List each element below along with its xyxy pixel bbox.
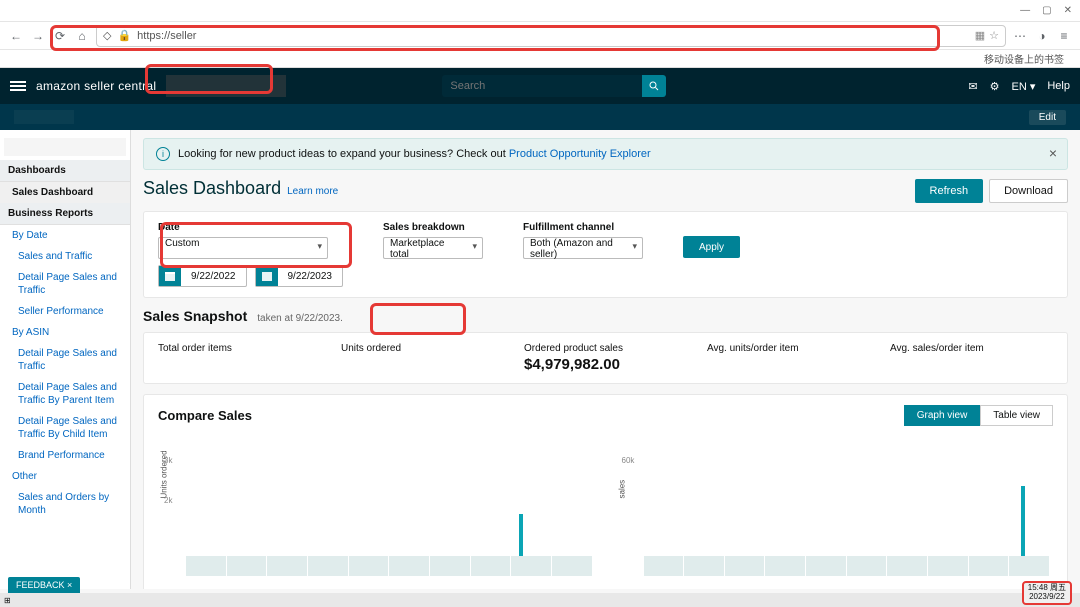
sub-header: Edit <box>0 104 1080 130</box>
date-to-input[interactable]: 9/22/2023 <box>255 265 344 287</box>
lock-icon: 🔒 <box>117 29 131 42</box>
menu-icon[interactable]: ≡ <box>1056 28 1072 44</box>
sidebar-item-asin-parent[interactable]: Detail Page Sales and Traffic By Parent … <box>0 377 130 411</box>
snapshot-timestamp: taken at 9/22/2023. <box>257 313 343 324</box>
date-from-input[interactable]: 9/22/2022 <box>158 265 247 287</box>
info-banner: i Looking for new product ideas to expan… <box>143 138 1068 170</box>
calendar-icon <box>159 266 181 286</box>
channel-label: Fulfillment channel <box>523 222 643 233</box>
taskbar: ⊞ <box>0 593 1080 607</box>
banner-text: Looking for new product ideas to expand … <box>178 148 509 160</box>
start-icon[interactable]: ⊞ <box>4 596 11 605</box>
mobile-bookmarks-link[interactable]: 移动设备上的书签 <box>984 51 1064 66</box>
close-window-icon[interactable]: ✕ <box>1064 5 1072 16</box>
compare-card: Compare Sales Graph view Table view Unit… <box>143 394 1068 589</box>
system-clock: 15:48 周五 2023/9/22 <box>1022 581 1072 605</box>
chart-bar <box>1021 486 1025 564</box>
page-title: Sales Dashboard <box>143 178 281 199</box>
shield-icon: ◇ <box>103 29 111 42</box>
metric-total-items: Total order items <box>148 339 331 377</box>
min-icon[interactable]: — <box>1020 5 1030 16</box>
sub-placeholder <box>14 110 74 124</box>
hamburger-icon[interactable] <box>10 81 26 91</box>
sidebar-item-sales-traffic[interactable]: Sales and Traffic <box>0 246 130 267</box>
sidebar-item-orders-month[interactable]: Sales and Orders by Month <box>0 487 130 521</box>
reload-icon[interactable]: ⟳ <box>52 28 68 44</box>
breakdown-select[interactable]: Marketplace total <box>383 237 483 259</box>
window-titlebar: — ▢ ✕ <box>0 0 1080 22</box>
date-label: Date <box>158 222 343 233</box>
refresh-button[interactable]: Refresh <box>915 179 984 203</box>
chart-units: Units ordered 3k 2k <box>158 444 596 584</box>
account-icon[interactable]: ◑ <box>1034 28 1050 44</box>
sidebar-item-brand-perf[interactable]: Brand Performance <box>0 445 130 466</box>
compare-title: Compare Sales <box>158 408 252 423</box>
search-icon <box>648 80 660 92</box>
address-bar-row: ← → ⟳ ⌂ ◇ 🔒 https://seller ▦ ☆ ⋯ ◑ ≡ <box>0 22 1080 50</box>
content-area: i Looking for new product ideas to expan… <box>131 130 1080 589</box>
table-view-tab[interactable]: Table view <box>980 405 1053 426</box>
back-icon[interactable]: ← <box>8 28 24 44</box>
calendar-icon <box>256 266 278 286</box>
store-selector[interactable] <box>166 75 286 97</box>
sidebar-by-asin: By ASIN <box>0 322 130 343</box>
metric-avg-units: Avg. units/order item <box>697 339 880 377</box>
forward-icon[interactable]: → <box>30 28 46 44</box>
snapshot-title: Sales Snapshot <box>143 308 247 324</box>
mail-icon[interactable]: ✉ <box>968 80 977 93</box>
metric-units: Units ordered <box>331 339 514 377</box>
sidebar: Dashboards Sales Dashboard Business Repo… <box>0 130 131 589</box>
feedback-tab[interactable]: FEEDBACK × <box>8 577 80 593</box>
logo[interactable]: amazon seller central <box>36 79 156 93</box>
breakdown-label: Sales breakdown <box>383 222 483 233</box>
apply-button[interactable]: Apply <box>683 236 740 258</box>
sidebar-item-seller-performance[interactable]: Seller Performance <box>0 301 130 322</box>
info-icon: i <box>156 147 170 161</box>
gear-icon[interactable]: ⚙ <box>990 80 1000 93</box>
max-icon[interactable]: ▢ <box>1042 5 1051 16</box>
learn-more-link[interactable]: Learn more <box>287 186 338 197</box>
sidebar-business-reports-header[interactable]: Business Reports <box>0 203 130 225</box>
edit-button[interactable]: Edit <box>1029 110 1066 125</box>
sidebar-dashboards-header[interactable]: Dashboards <box>0 160 130 182</box>
channel-select[interactable]: Both (Amazon and seller) <box>523 237 643 259</box>
sidebar-other: Other <box>0 466 130 487</box>
metric-ordered-product-sales: Ordered product sales$4,979,982.00 <box>514 339 697 377</box>
filters-card: Date Custom 9/22/2022 9/22/2023 <box>143 211 1068 298</box>
seller-central-header: amazon seller central ✉ ⚙ EN ▾ Help <box>0 68 1080 104</box>
url-text: https://seller <box>137 30 196 42</box>
download-button[interactable]: Download <box>989 179 1068 203</box>
sidebar-item-asin-detail[interactable]: Detail Page Sales and Traffic <box>0 343 130 377</box>
sidebar-item-asin-child[interactable]: Detail Page Sales and Traffic By Child I… <box>0 411 130 445</box>
snapshot-card: Total order items Units ordered Ordered … <box>143 332 1068 384</box>
sidebar-item-detail-sales-traffic[interactable]: Detail Page Sales and Traffic <box>0 267 130 301</box>
header-search <box>442 75 666 97</box>
lang-selector[interactable]: EN ▾ <box>1012 80 1036 93</box>
extensions-icon[interactable]: ⋯ <box>1012 28 1028 44</box>
date-preset-select[interactable]: Custom <box>158 237 328 259</box>
graph-view-tab[interactable]: Graph view <box>904 405 981 426</box>
qr-icon[interactable]: ▦ <box>975 29 985 42</box>
search-input[interactable] <box>442 75 642 97</box>
sidebar-item-sales-dashboard[interactable]: Sales Dashboard <box>0 182 130 203</box>
bookmarks-bar: 移动设备上的书签 <box>0 50 1080 68</box>
chart-sales-ylabel: sales <box>617 480 626 499</box>
metric-avg-sales: Avg. sales/order item <box>880 339 1063 377</box>
address-bar[interactable]: ◇ 🔒 https://seller ▦ ☆ <box>96 25 1006 47</box>
banner-link[interactable]: Product Opportunity Explorer <box>509 148 651 160</box>
view-toggle: Graph view Table view <box>904 405 1053 426</box>
chart-sales: sales 60k <box>616 444 1054 584</box>
sidebar-redacted <box>4 138 126 156</box>
help-link[interactable]: Help <box>1047 80 1070 92</box>
banner-close-icon[interactable]: × <box>1049 145 1057 161</box>
search-button[interactable] <box>642 75 666 97</box>
bookmark-star-icon[interactable]: ☆ <box>989 29 999 42</box>
home-icon[interactable]: ⌂ <box>74 28 90 44</box>
sidebar-by-date: By Date <box>0 225 130 246</box>
